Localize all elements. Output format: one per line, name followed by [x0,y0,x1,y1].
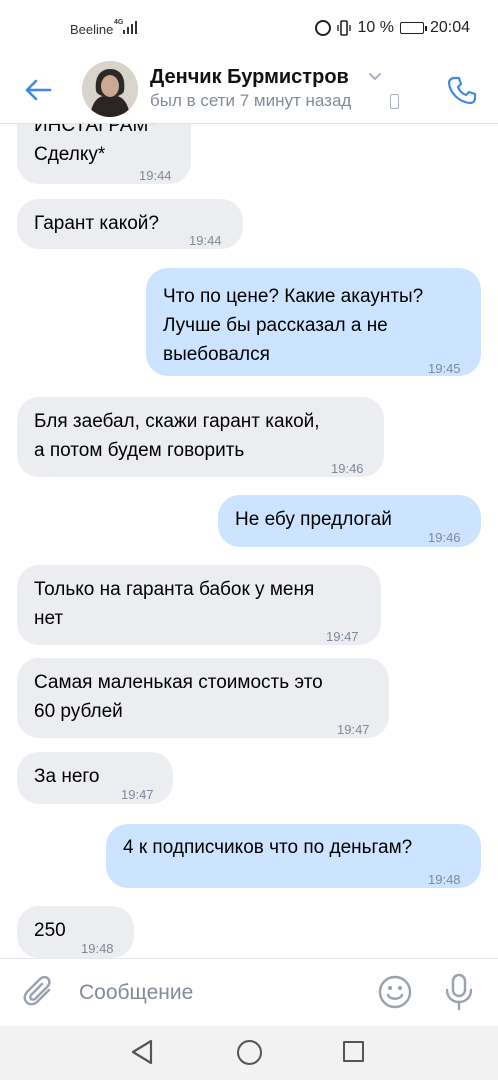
chat-header: Денчик Бурмистров был в сети 7 минут наз… [0,58,498,124]
message-text: За него [34,766,100,787]
message-input[interactable]: Сообщение [79,981,193,1005]
phone-icon [447,76,477,105]
message-text: 250 [34,920,66,941]
chevron-down-icon[interactable] [368,70,382,84]
triangle-back-icon[interactable] [130,1039,154,1065]
message-text: Только на гаранта бабок у меня нет [34,579,315,629]
message-bubble-incoming[interactable]: За него 19:47 [17,752,173,804]
message-time: 19:47 [121,787,154,802]
carrier-label: Beeline [70,22,114,37]
system-nav-bar [0,1026,498,1080]
message-text: Не ебу предлогай [235,509,392,530]
avatar-photo [82,61,138,117]
message-list[interactable]: ИНСТАГРАМ* Сделку* 19:44 Гарант какой? 1… [0,124,498,958]
microphone-icon[interactable] [444,973,474,1011]
message-text: Бля заебал, скажи гарант какой, а потом … [34,411,320,461]
battery-percent: 10 % [357,19,394,36]
message-time: 19:46 [331,461,364,476]
message-bubble-incoming[interactable]: Бля заебал, скажи гарант какой, а потом … [17,397,384,477]
contact-name[interactable]: Денчик Бурмистров [150,66,349,89]
message-bubble-outgoing[interactable]: Не ебу предлогай 19:46 [218,495,481,547]
back-button[interactable] [18,70,58,110]
message-bubble-incoming[interactable]: Гарант какой? 19:44 [17,199,243,249]
paperclip-icon[interactable] [22,975,56,1009]
clock-time: 20:04 [429,19,470,36]
message-bubble-incoming[interactable]: 250 19:48 [17,906,134,958]
message-bubble-outgoing[interactable]: 4 к подписчиков что по деньгам? 19:48 [106,824,481,888]
battery-icon [399,22,427,34]
message-bubble-outgoing[interactable]: Что по цене? Какие акаунты? Лучше бы рас… [146,268,481,376]
square-recents-icon[interactable] [343,1041,364,1062]
vibrate-icon [337,20,352,36]
message-bubble-incoming[interactable]: ИНСТАГРАМ* Сделку* 19:44 [17,124,191,184]
mobile-device-icon [390,94,399,109]
smiley-icon[interactable] [378,975,412,1009]
message-text: Что по цене? Какие акаунты? Лучше бы рас… [163,286,424,365]
alarm-icon [315,20,332,36]
message-text: 4 к подписчиков что по деньгам? [123,837,413,858]
message-time: 19:47 [337,722,370,737]
message-time: 19:46 [428,530,461,545]
message-time: 19:48 [81,941,114,956]
message-time: 19:44 [189,233,222,248]
message-composer: Сообщение [0,958,498,1026]
arrow-left-icon [25,79,52,101]
message-time: 19:45 [428,361,461,376]
message-time: 19:44 [139,168,172,183]
status-bar: Beeline 4G 10 % 20:04 [0,0,498,58]
message-bubble-incoming[interactable]: Самая маленькая стоимость это 60 рублей … [17,658,389,738]
signal-icon [123,21,137,34]
message-time: 19:48 [428,872,461,887]
message-time: 19:47 [326,629,359,644]
message-text: ИНСТАГРАМ* Сделку* [34,124,156,165]
status-right-group: 10 % 20:04 [315,19,470,37]
last-seen-status: был в сети 7 минут назад [150,91,352,110]
avatar[interactable] [82,61,138,117]
message-bubble-incoming[interactable]: Только на гаранта бабок у меня нет 19:47 [17,565,381,645]
circle-home-icon[interactable] [237,1040,262,1065]
message-text: Самая маленькая стоимость это 60 рублей [34,672,323,722]
call-button[interactable] [442,70,482,110]
message-text: Гарант какой? [34,213,159,234]
